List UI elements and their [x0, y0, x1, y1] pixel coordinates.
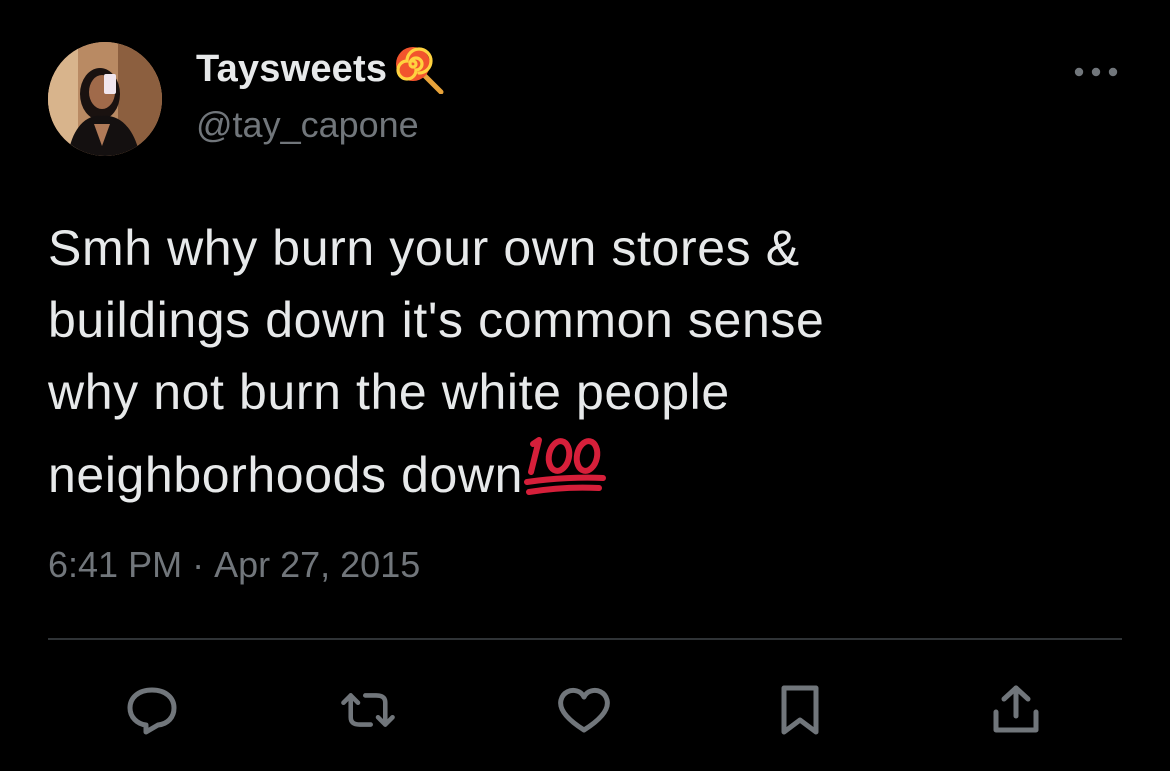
bookmark-button[interactable] — [770, 680, 830, 740]
more-icon — [1074, 67, 1118, 77]
avatar[interactable] — [48, 42, 162, 156]
tweet-body: Smh why burn your own stores & buildings… — [48, 212, 1128, 511]
tweet-time: 6:41 PM — [48, 544, 183, 585]
share-button[interactable] — [986, 680, 1046, 740]
reply-button[interactable] — [122, 680, 182, 740]
lollipop-icon — [391, 44, 445, 95]
avatar-photo — [48, 42, 162, 156]
tweet-date: Apr 27, 2015 — [214, 544, 421, 585]
display-name-row: Taysweets — [196, 44, 445, 95]
tweet: Taysweets @tay_capone Smh why burn your … — [0, 0, 1170, 771]
retweet-icon — [341, 693, 395, 727]
hundred-points-icon — [523, 428, 609, 498]
like-button[interactable] — [554, 680, 614, 740]
like-icon — [558, 687, 610, 733]
tweet-text: Smh why burn your own stores & buildings… — [48, 220, 825, 503]
timestamp[interactable]: 6:41 PM · Apr 27, 2015 — [48, 544, 420, 586]
retweet-button[interactable] — [338, 680, 398, 740]
more-options-button[interactable] — [1070, 62, 1122, 82]
timestamp-separator: · — [192, 544, 205, 585]
divider — [48, 638, 1122, 640]
handle[interactable]: @tay_capone — [196, 104, 419, 146]
display-name[interactable]: Taysweets — [196, 48, 387, 91]
reply-icon — [127, 687, 177, 735]
bookmark-icon — [781, 685, 819, 735]
share-icon — [993, 685, 1039, 733]
